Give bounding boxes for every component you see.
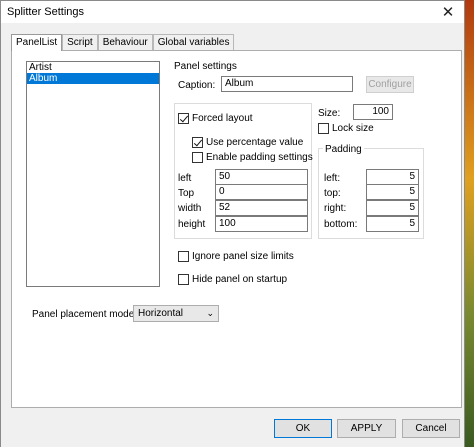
width-label: width bbox=[178, 203, 202, 214]
checkbox-check-icon bbox=[178, 113, 189, 124]
size-label: Size: bbox=[318, 108, 341, 119]
enable-padding-checkbox[interactable]: Enable padding settings bbox=[192, 152, 313, 163]
padding-legend: Padding bbox=[323, 144, 364, 155]
tab-behaviour[interactable]: Behaviour bbox=[97, 34, 153, 50]
configure-button[interactable]: Configure bbox=[366, 76, 414, 93]
caption-label: Caption: bbox=[178, 80, 216, 91]
panellist-tab-content: Artist Album Panel settings Caption: Alb… bbox=[11, 50, 462, 408]
list-item-album[interactable]: Album bbox=[27, 73, 159, 84]
background-desktop-strip bbox=[465, 0, 474, 447]
pad-top-input[interactable]: 5 bbox=[366, 184, 419, 200]
pad-left-input[interactable]: 5 bbox=[366, 169, 419, 185]
tab-global-variables[interactable]: Global variables bbox=[152, 34, 235, 50]
close-icon[interactable]: ✕ bbox=[436, 3, 460, 21]
checkbox-box-icon bbox=[178, 274, 189, 285]
dialog-footer: OK APPLY Cancel bbox=[1, 412, 464, 447]
left-input[interactable]: 50 bbox=[215, 169, 308, 185]
pad-right-label: right: bbox=[324, 203, 347, 214]
hide-on-startup-checkbox[interactable]: Hide panel on startup bbox=[178, 274, 287, 285]
apply-button[interactable]: APPLY bbox=[337, 419, 396, 438]
enable-padding-label: Enable padding settings bbox=[206, 152, 313, 163]
pad-right-input[interactable]: 5 bbox=[366, 200, 419, 216]
checkbox-check-icon bbox=[192, 137, 203, 148]
forced-layout-label: Forced layout bbox=[192, 113, 253, 124]
ok-button[interactable]: OK bbox=[274, 419, 332, 438]
placement-mode-select[interactable]: Horizontal ⌄ bbox=[133, 305, 219, 322]
tab-script[interactable]: Script bbox=[62, 34, 98, 50]
pad-bottom-label: bottom: bbox=[324, 219, 358, 230]
use-percentage-label: Use percentage value bbox=[206, 137, 304, 148]
height-label: height bbox=[178, 219, 206, 230]
checkbox-box-icon bbox=[178, 251, 189, 262]
hide-on-startup-label: Hide panel on startup bbox=[192, 274, 288, 285]
caption-input[interactable]: Album bbox=[221, 76, 353, 92]
title-bar: Splitter Settings ✕ bbox=[1, 1, 464, 23]
placement-mode-value: Horizontal bbox=[138, 308, 184, 319]
size-input[interactable]: 100 bbox=[353, 104, 393, 120]
pad-left-label: left: bbox=[324, 173, 341, 184]
forced-layout-checkbox[interactable]: Forced layout bbox=[178, 113, 253, 124]
lock-size-label: Lock size bbox=[332, 123, 374, 134]
checkbox-box-icon bbox=[192, 152, 203, 163]
use-percentage-checkbox[interactable]: Use percentage value bbox=[192, 137, 303, 148]
chevron-down-icon: ⌄ bbox=[206, 308, 214, 318]
lock-size-checkbox[interactable]: Lock size bbox=[318, 123, 374, 134]
placement-mode-label: Panel placement mode: bbox=[32, 309, 138, 320]
pad-bottom-input[interactable]: 5 bbox=[366, 216, 419, 232]
tab-strip: PanelList Script Behaviour Global variab… bbox=[11, 34, 235, 51]
tab-panellist[interactable]: PanelList bbox=[11, 34, 63, 51]
pad-top-label: top: bbox=[324, 188, 341, 199]
cancel-button[interactable]: Cancel bbox=[402, 419, 460, 438]
list-item-artist[interactable]: Artist bbox=[27, 62, 159, 73]
top-label: Top bbox=[178, 188, 195, 199]
checkbox-box-icon bbox=[318, 123, 329, 134]
width-input[interactable]: 52 bbox=[215, 200, 308, 216]
window-title: Splitter Settings bbox=[7, 6, 85, 18]
splitter-settings-dialog: Splitter Settings ✕ PanelList Script Beh… bbox=[0, 0, 465, 447]
ignore-size-limits-checkbox[interactable]: Ignore panel size limits bbox=[178, 251, 294, 262]
panel-listbox[interactable]: Artist Album bbox=[26, 61, 160, 287]
left-label: left bbox=[178, 173, 192, 184]
panel-settings-legend: Panel settings bbox=[174, 61, 237, 72]
height-input[interactable]: 100 bbox=[215, 216, 308, 232]
ignore-size-limits-label: Ignore panel size limits bbox=[192, 251, 294, 262]
top-input[interactable]: 0 bbox=[215, 184, 308, 200]
